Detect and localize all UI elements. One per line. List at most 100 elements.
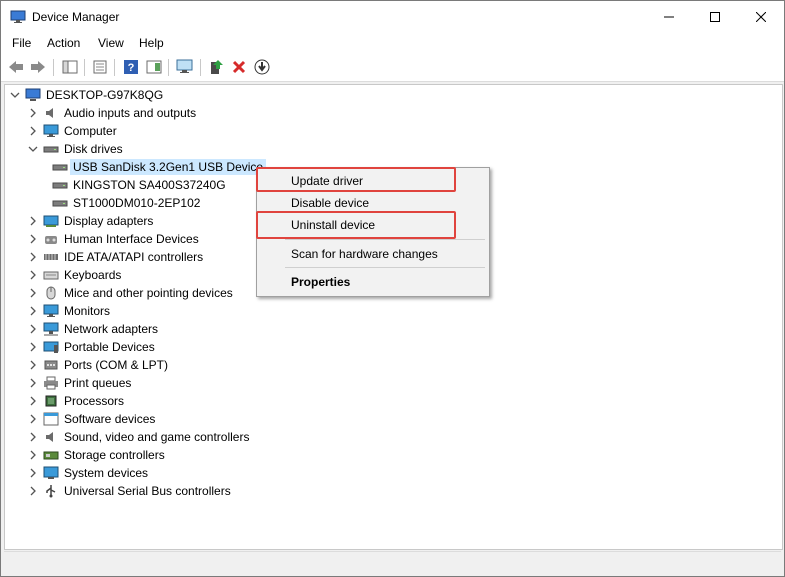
scan-hardware-icon[interactable] (176, 58, 194, 76)
tree-category-print-queues[interactable]: Print queues (27, 374, 131, 392)
menu-view[interactable]: View (98, 36, 124, 50)
computer-name: DESKTOP-G97K8QG (46, 88, 164, 102)
tree-category-monitors[interactable]: Monitors (27, 302, 110, 320)
tree-category-software-devices[interactable]: Software devices (27, 410, 155, 428)
chevron-right-icon[interactable] (27, 413, 39, 425)
tree-category-disk-drives[interactable]: Disk drives (27, 140, 123, 158)
tree-category-label: Human Interface Devices (64, 232, 199, 246)
tree-category-audio-inputs-and-outputs[interactable]: Audio inputs and outputs (27, 104, 196, 122)
tree-category-ports-com-lpt[interactable]: Ports (COM & LPT) (27, 356, 168, 374)
tree-category-system-devices[interactable]: System devices (27, 464, 148, 482)
monitor-icon (43, 124, 59, 138)
mouse-icon (43, 286, 59, 300)
chevron-right-icon[interactable] (27, 269, 39, 281)
ide-controller-icon (43, 250, 59, 264)
close-button[interactable] (738, 1, 784, 32)
keyboard-icon (43, 268, 59, 282)
chevron-right-icon[interactable] (27, 431, 39, 443)
hid-icon (43, 232, 59, 246)
tree-root[interactable]: DESKTOP-G97K8QG (9, 86, 163, 104)
enable-device-icon[interactable] (253, 58, 271, 76)
tree-device[interactable]: KINGSTON SA400S37240G (48, 176, 226, 194)
tree-category-processors[interactable]: Processors (27, 392, 124, 410)
menu-action[interactable]: Action (47, 36, 80, 50)
chevron-right-icon[interactable] (27, 305, 39, 317)
menu-help[interactable]: Help (139, 36, 164, 50)
tree-category-label: Storage controllers (64, 448, 165, 462)
help-icon[interactable]: ? (122, 58, 140, 76)
chevron-right-icon[interactable] (27, 251, 39, 263)
minimize-button[interactable] (646, 1, 692, 32)
update-driver-icon[interactable] (207, 58, 225, 76)
chevron-right-icon[interactable] (27, 377, 39, 389)
software-device-icon (43, 412, 59, 426)
status-bar (4, 551, 781, 574)
tree-category-label: Processors (64, 394, 125, 408)
tree-category-sound-video-and-game-controllers[interactable]: Sound, video and game controllers (27, 428, 249, 446)
tree-category-storage-controllers[interactable]: Storage controllers (27, 446, 165, 464)
chevron-right-icon[interactable] (27, 449, 39, 461)
tree-category-mice-and-other-pointing-devices[interactable]: Mice and other pointing devices (27, 284, 233, 302)
chevron-down-icon[interactable] (27, 143, 39, 155)
menu-properties[interactable]: Properties (291, 275, 350, 289)
tree-category-network-adapters[interactable]: Network adapters (27, 320, 158, 338)
tree-device[interactable]: ST1000DM010-2EP102 (48, 194, 200, 212)
toolbar-separator (84, 59, 85, 76)
chevron-right-icon[interactable] (27, 107, 39, 119)
menu-disable-device[interactable]: Disable device (291, 196, 369, 210)
tree-category-human-interface-devices[interactable]: Human Interface Devices (27, 230, 199, 248)
chevron-right-icon[interactable] (27, 359, 39, 371)
speaker-icon (43, 430, 59, 444)
tree-category-label: System devices (64, 466, 149, 480)
printer-icon (43, 376, 59, 390)
svg-text:?: ? (128, 62, 135, 74)
maximize-button[interactable] (692, 1, 738, 32)
properties-sheet-icon[interactable] (91, 58, 109, 76)
highlight-uninstall-device (256, 211, 456, 239)
window-title: Device Manager (32, 10, 120, 24)
chevron-right-icon[interactable] (27, 467, 39, 479)
uninstall-device-icon[interactable] (230, 58, 248, 76)
chevron-right-icon[interactable] (27, 323, 39, 335)
menu-separator (285, 267, 485, 268)
tree-category-label: Disk drives (64, 142, 123, 156)
chevron-right-icon[interactable] (27, 215, 39, 227)
forward-arrow-icon[interactable] (29, 58, 47, 76)
tree-category-label: Print queues (64, 376, 132, 390)
system-device-icon (43, 466, 59, 480)
chevron-right-icon[interactable] (27, 125, 39, 137)
port-icon (43, 358, 59, 372)
device-tree: DESKTOP-G97K8QG Audio inputs and outputs… (4, 84, 783, 550)
tree-device[interactable]: USB SanDisk 3.2Gen1 USB Device (48, 158, 267, 176)
tree-category-label: Sound, video and game controllers (64, 430, 250, 444)
menu-file[interactable]: File (12, 36, 31, 50)
chevron-right-icon[interactable] (27, 395, 39, 407)
chevron-right-icon[interactable] (27, 485, 39, 497)
tree-device-label: USB SanDisk 3.2Gen1 USB Device (70, 159, 267, 175)
menu-scan-hardware[interactable]: Scan for hardware changes (291, 247, 438, 261)
tree-category-label: IDE ATA/ATAPI controllers (64, 250, 204, 264)
tree-category-computer[interactable]: Computer (27, 122, 117, 140)
tree-category-portable-devices[interactable]: Portable Devices (27, 338, 155, 356)
tree-category-keyboards[interactable]: Keyboards (27, 266, 121, 284)
monitor-icon (43, 304, 59, 318)
tree-category-universal-serial-bus-controllers[interactable]: Universal Serial Bus controllers (27, 482, 231, 500)
toolbar-separator (53, 59, 54, 76)
tree-category-ide-ata-atapi-controllers[interactable]: IDE ATA/ATAPI controllers (27, 248, 203, 266)
display-adapter-icon (43, 214, 59, 228)
show-hide-console-tree-icon[interactable] (61, 58, 79, 76)
disk-drive-icon (43, 142, 59, 156)
title-bar: Device Manager (1, 1, 784, 32)
chevron-right-icon[interactable] (27, 287, 39, 299)
usb-icon (43, 484, 59, 498)
action-pane-icon[interactable] (145, 58, 163, 76)
speaker-icon (43, 106, 59, 120)
tree-category-display-adapters[interactable]: Display adapters (27, 212, 153, 230)
highlight-update-driver (256, 167, 456, 192)
back-arrow-icon[interactable] (7, 58, 25, 76)
chevron-down-icon[interactable] (9, 89, 21, 101)
chevron-right-icon[interactable] (27, 233, 39, 245)
toolbar: ? (1, 54, 784, 82)
chevron-right-icon[interactable] (27, 341, 39, 353)
tree-category-label: Audio inputs and outputs (64, 106, 197, 120)
